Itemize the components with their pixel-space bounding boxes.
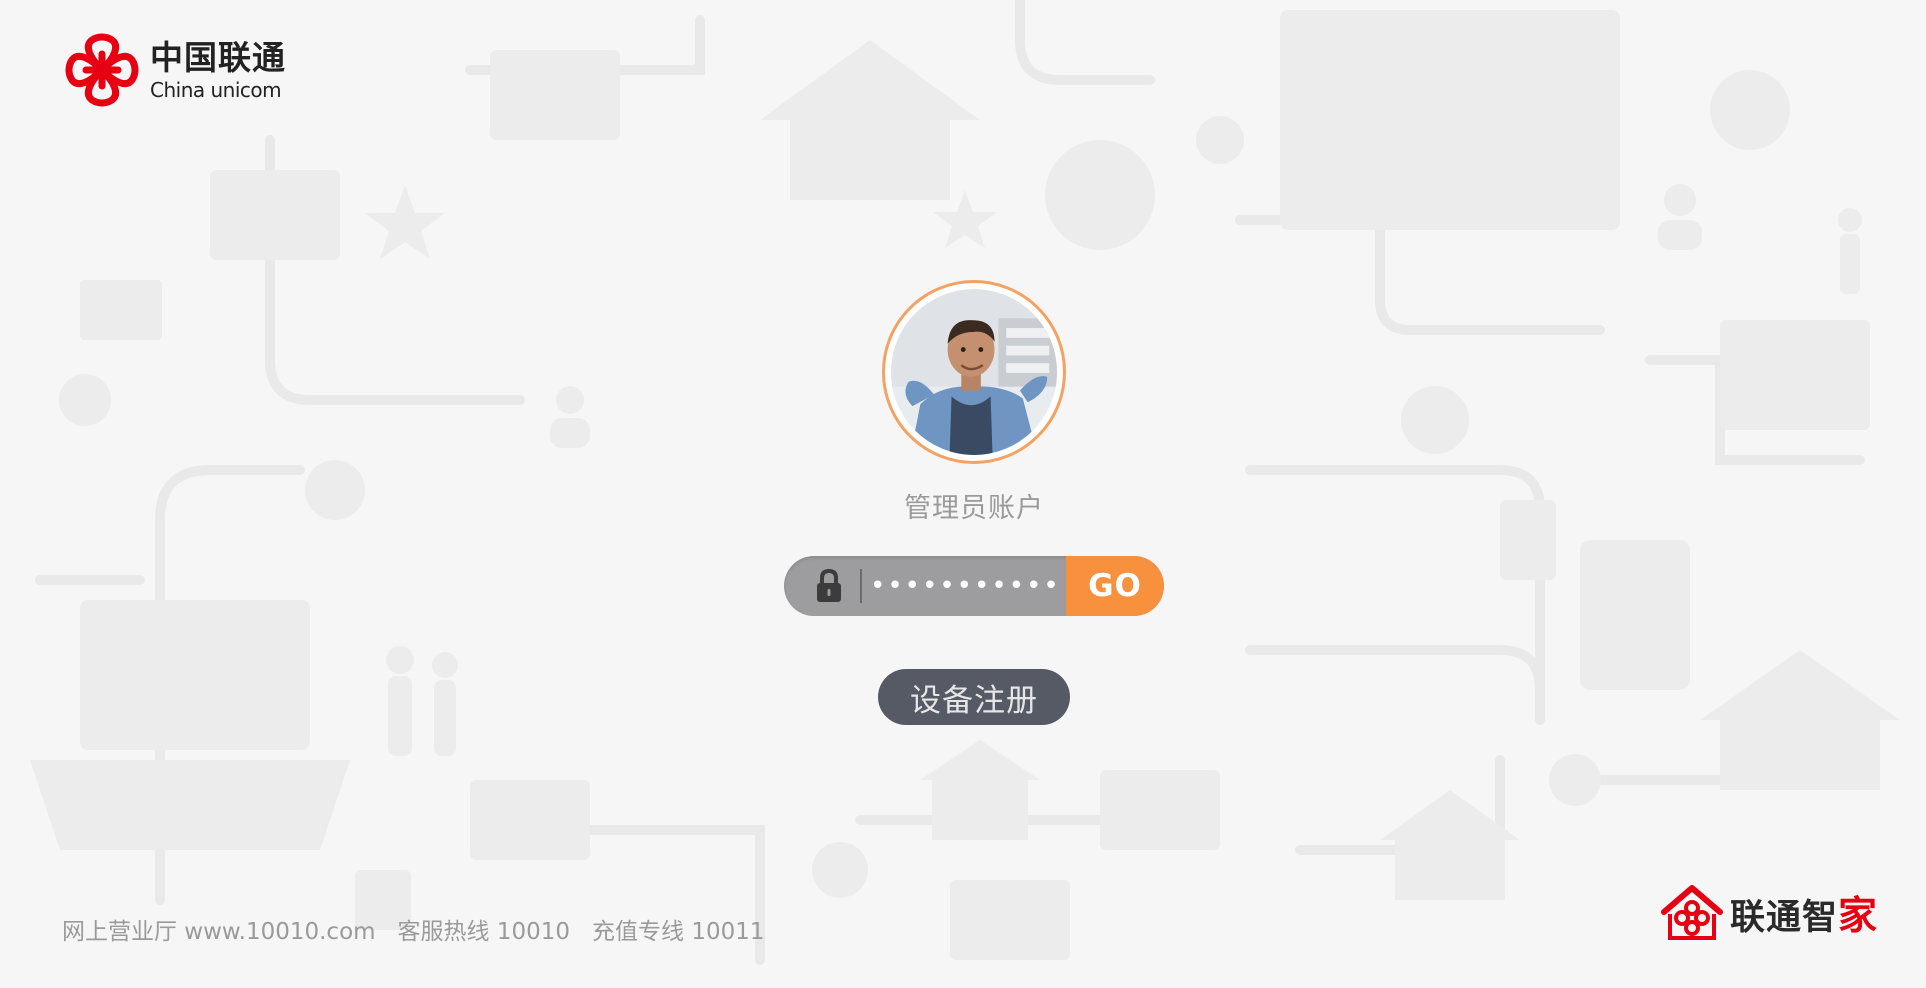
user-avatar — [882, 280, 1066, 464]
go-button[interactable]: GO — [1066, 556, 1164, 616]
password-input[interactable] — [862, 556, 1066, 616]
account-label: 管理员账户 — [904, 493, 1044, 524]
avatar-photo-icon — [891, 289, 1057, 455]
brand-name-accent: 家 — [1837, 894, 1878, 939]
brand-logo: 中国联通 China unicom — [62, 32, 286, 108]
login-bar: GO — [784, 556, 1164, 616]
input-divider — [860, 569, 862, 603]
footer-link-service-hotline: 客服热线 10010 — [397, 919, 571, 945]
footer-link-recharge-line: 充值专线 10011 — [592, 919, 765, 945]
china-unicom-knot-icon — [65, 33, 139, 107]
smart-home-brand-name: 联通智家 — [1730, 885, 1878, 941]
footer-links: 网上营业厅 www.10010.com 客服热线 10010 充值专线 1001… — [62, 912, 765, 946]
smart-home-icon — [1660, 885, 1723, 940]
footer-link-online-hall[interactable]: 网上营业厅 www.10010.com — [62, 912, 376, 946]
lock-icon — [812, 566, 846, 606]
device-register-button[interactable]: 设备注册 — [878, 669, 1070, 725]
brand-name-cn: 中国联通 — [150, 37, 286, 77]
brand-name-main: 联通智 — [1729, 898, 1838, 938]
brand-name-en: China unicom — [150, 77, 282, 102]
smart-home-brand: 联通智家 — [1660, 884, 1878, 942]
